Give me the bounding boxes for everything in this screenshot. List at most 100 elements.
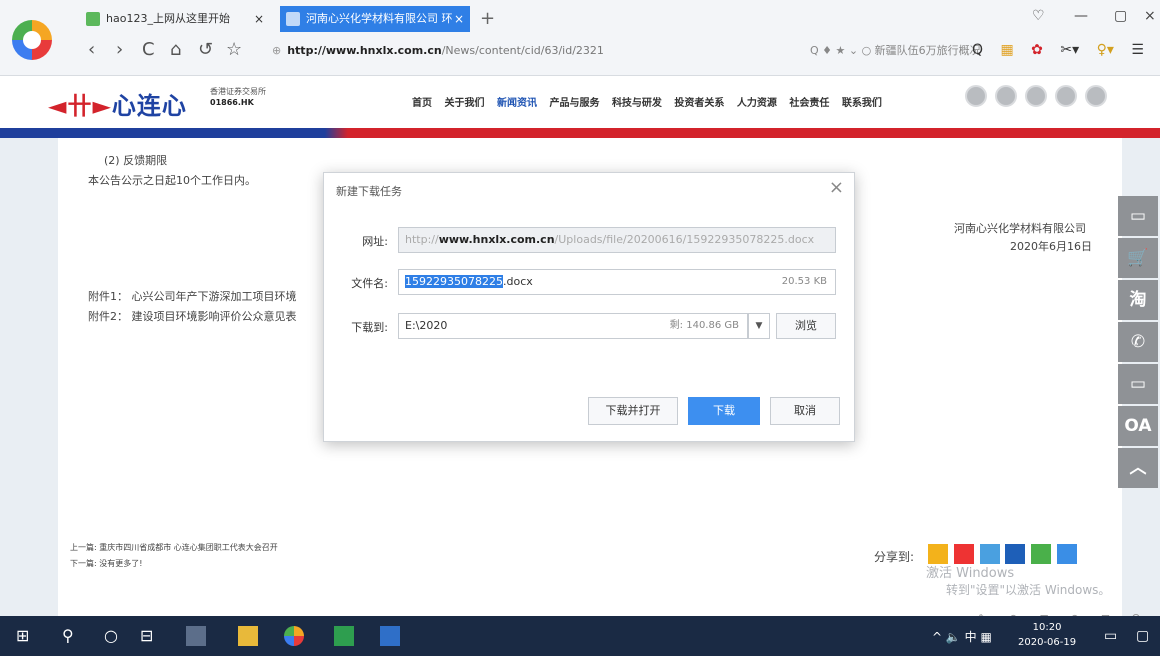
word-icon[interactable]: [380, 626, 400, 646]
app-icon[interactable]: [186, 626, 206, 646]
address-host: http://www.hnxlx.com.cn: [287, 44, 442, 57]
cortana-icon[interactable]: ○: [104, 626, 118, 646]
hao123-favicon-icon: [86, 12, 100, 26]
undo-close-button[interactable]: ↺: [198, 38, 213, 62]
restore-button[interactable]: ▢: [1114, 8, 1127, 24]
new-tab-button[interactable]: +: [480, 6, 495, 32]
nav-investors[interactable]: 投资者关系: [674, 98, 724, 109]
social-icon[interactable]: [995, 85, 1017, 107]
user-icon[interactable]: ♀▾: [1097, 38, 1114, 62]
search-icon[interactable]: ⚲: [62, 626, 74, 646]
share-label: 分享到:: [874, 550, 915, 564]
share-tencent-icon[interactable]: [979, 544, 1000, 564]
social-links: [965, 85, 1115, 110]
taobao-icon[interactable]: 淘: [1118, 280, 1158, 320]
tab-hao123[interactable]: hao123_上网从这里开始 ×: [80, 6, 270, 32]
nav-news[interactable]: 新闻资讯: [497, 98, 537, 109]
shop-cart-icon[interactable]: 🛒: [1118, 238, 1158, 278]
main-nav: 首页 关于我们 新闻资讯 产品与服务 科技与研发 投资者关系 人力资源 社会责任…: [412, 94, 891, 109]
download-and-open-button[interactable]: 下载并打开: [588, 397, 678, 425]
nav-rnd[interactable]: 科技与研发: [612, 98, 662, 109]
nav-contact[interactable]: 联系我们: [842, 98, 882, 109]
extension-icon[interactable]: ✿: [1031, 38, 1043, 62]
tab-close-icon[interactable]: ×: [254, 6, 264, 32]
saveto-input[interactable]: E:\2020 剩: 140.86 GB: [398, 313, 748, 339]
toolbar-icons: Q ▦ ✿ ✂▾ ♀▾ ☰: [972, 38, 1157, 62]
attachment-link-2[interactable]: 附件2： 建设项目环境影响评价公众意见表: [88, 308, 297, 324]
activation-watermark-title: 激活 Windows: [926, 566, 1015, 581]
nav-products[interactable]: 产品与服务: [549, 98, 599, 109]
nav-home[interactable]: 首页: [412, 98, 432, 109]
oa-button[interactable]: OA: [1118, 406, 1158, 446]
prev-article-link[interactable]: 上一篇: 重庆市四川省成都市 心连心集团职工代表大会召开: [70, 542, 278, 553]
taskbar-clock[interactable]: 10:20 2020-06-19: [1018, 620, 1076, 650]
home-button[interactable]: ⌂: [170, 38, 181, 62]
windows-taskbar: ⊞ ⚲ ○ ⊟ ^ 🔈 中 ▦ 10:20 2020-06-19 ▭ ▢: [0, 616, 1160, 656]
start-button[interactable]: ⊞: [16, 626, 29, 646]
browse-button[interactable]: 浏览: [776, 313, 836, 339]
social-icon[interactable]: [965, 85, 987, 107]
notification-icon[interactable]: ▢: [1136, 626, 1149, 646]
share-more-icon[interactable]: [1057, 544, 1078, 564]
download-button[interactable]: 下载: [688, 397, 760, 425]
chat-icon[interactable]: ▭: [1118, 364, 1158, 404]
shield-icon[interactable]: ♡: [1032, 8, 1045, 24]
tab-close-icon[interactable]: ×: [454, 6, 464, 32]
filename-extension: .docx: [502, 275, 533, 288]
share-wechat-icon[interactable]: [1031, 544, 1052, 564]
share-weibo-icon[interactable]: [953, 544, 974, 564]
bookmark-star-icon[interactable]: ☆: [226, 38, 242, 62]
share-buttons: [928, 544, 1079, 564]
attachment-link-1[interactable]: 附件1： 心兴公司年产下游深加工项目环境: [88, 288, 297, 304]
close-button[interactable]: ×: [1144, 8, 1156, 24]
back-to-top-icon[interactable]: ︿: [1118, 448, 1158, 488]
page-info-icon[interactable]: ⊕: [272, 44, 281, 57]
site-logo[interactable]: ◄卄►心连心: [48, 86, 187, 121]
cancel-button[interactable]: 取消: [770, 397, 840, 425]
nav-about[interactable]: 关于我们: [444, 98, 484, 109]
url-rest: /Uploads/file/20200616/15922935078225.do…: [554, 233, 815, 246]
wechat-icon[interactable]: ✆: [1118, 322, 1158, 362]
system-tray[interactable]: ^ 🔈 中 ▦: [932, 628, 992, 645]
share-renren-icon[interactable]: [1005, 544, 1026, 564]
browser-logo-icon[interactable]: [12, 20, 52, 60]
social-icon[interactable]: [1025, 85, 1047, 107]
forward-button[interactable]: ›: [116, 38, 123, 62]
nav-csr[interactable]: 社会责任: [789, 98, 829, 109]
minimize-button[interactable]: —: [1074, 8, 1088, 24]
saveto-path: E:\2020: [405, 319, 448, 332]
back-button[interactable]: ‹: [88, 38, 95, 62]
disk-free-space: 剩: 140.86 GB: [669, 320, 739, 331]
social-icon[interactable]: [1085, 85, 1107, 107]
file-size: 20.53 KB: [781, 276, 827, 287]
tab-hnxlx[interactable]: 河南心兴化学材料有限公司 环 ×: [280, 6, 470, 32]
dialog-close-icon[interactable]: ×: [829, 177, 844, 198]
social-icon[interactable]: [1055, 85, 1077, 107]
screenshot-icon[interactable]: ✂▾: [1060, 38, 1079, 62]
search-icon[interactable]: Q: [972, 38, 983, 62]
stock-code: 01866.HK: [210, 98, 254, 107]
clock-date: 2020-06-19: [1018, 637, 1077, 648]
apps-grid-icon[interactable]: ▦: [1000, 38, 1013, 62]
brand-mark-icon: ◄卄►: [48, 91, 112, 120]
next-article-link[interactable]: 下一篇: 没有更多了!: [70, 558, 142, 569]
menu-icon[interactable]: ☰: [1131, 38, 1144, 62]
action-center-icon[interactable]: ▭: [1104, 626, 1117, 646]
site-header: ◄卄►心连心 香港证券交易所 01866.HK 首页 关于我们 新闻资讯 产品与…: [0, 76, 1160, 128]
stock-exchange: 香港证券交易所: [210, 87, 266, 96]
share-qzone-icon[interactable]: [928, 544, 948, 564]
saveto-dropdown-icon[interactable]: ▼: [748, 313, 770, 339]
file-explorer-icon[interactable]: [238, 626, 258, 646]
address-bar-actions[interactable]: Q ♦ ★ ⌄ ○ 新疆队伍6万旅行概况: [810, 40, 981, 62]
nav-hr[interactable]: 人力资源: [737, 98, 777, 109]
refresh-button[interactable]: C: [142, 38, 155, 62]
task-view-icon[interactable]: ⊟: [140, 626, 153, 646]
url-field[interactable]: http://www.hnxlx.com.cn/Uploads/file/202…: [398, 227, 836, 253]
excel-icon[interactable]: [334, 626, 354, 646]
browser-taskbar-icon[interactable]: [284, 626, 304, 646]
tab-title: hao123_上网从这里开始: [106, 12, 230, 25]
url-prefix: http://: [405, 233, 439, 246]
message-icon[interactable]: ▭: [1118, 196, 1158, 236]
article-paragraph: 本公告公示之日起10个工作日内。: [88, 174, 256, 187]
filename-input[interactable]: 15922935078225.docx 20.53 KB: [398, 269, 836, 295]
